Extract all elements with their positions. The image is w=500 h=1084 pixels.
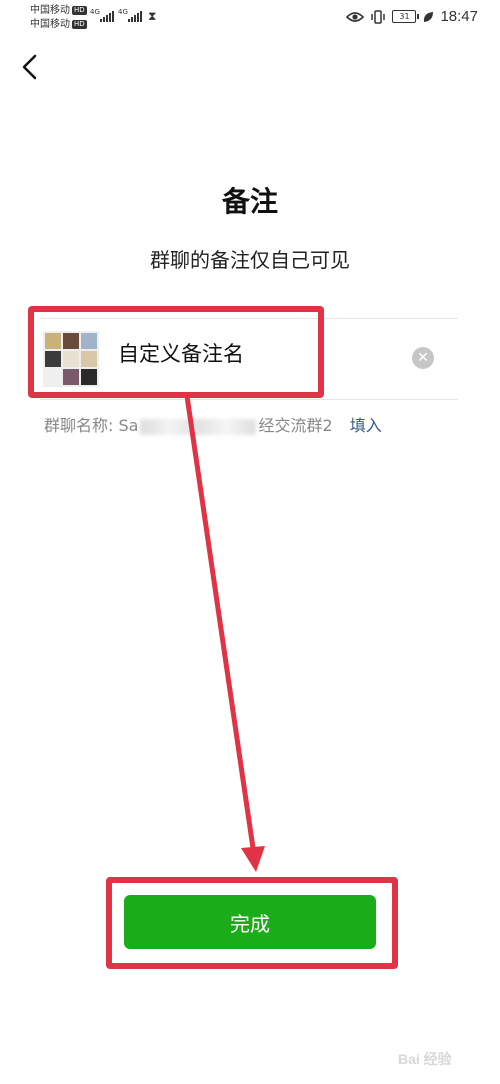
group-avatar (43, 331, 99, 387)
signal-icon-2 (128, 11, 142, 22)
battery-level: 31 (399, 12, 410, 21)
fill-in-link[interactable]: 填入 (350, 416, 382, 435)
watermark-text: Bai 经验 (398, 1051, 453, 1067)
signal-icon-1 (100, 11, 114, 22)
group-name-label: 群聊名称: (44, 416, 114, 435)
group-name-suffix: 经交流群2 (258, 416, 333, 435)
eye-icon (346, 11, 365, 22)
group-name-prefix: Sa (118, 416, 139, 435)
hd-badge-1: HD (72, 5, 87, 15)
page-subtitle: 群聊的备注仅自己可见 (150, 248, 350, 272)
back-arrow-icon (22, 54, 37, 80)
battery-icon: 31 (392, 10, 420, 23)
back-button[interactable] (16, 52, 46, 82)
leaf-icon (424, 11, 434, 22)
status-bar: 中国移动 HD 中国移动 HD 4G 4G ⧗ 31 18:47 (0, 0, 500, 34)
page-title: 备注 (221, 185, 278, 218)
remark-name-input[interactable] (118, 341, 378, 365)
vibrate-icon (371, 9, 386, 24)
network-type-2: 4G (118, 8, 128, 16)
hd-badge-2: HD (72, 19, 87, 29)
network-type-1: 4G (90, 8, 100, 16)
status-right: 31 18:47 (346, 8, 478, 25)
hourglass-icon: ⧗ (148, 9, 157, 23)
clock: 18:47 (440, 8, 478, 25)
carrier-1-label: 中国移动 (30, 5, 70, 16)
done-button[interactable]: 完成 (124, 895, 376, 949)
carrier-2-label: 中国移动 (30, 19, 70, 30)
clear-button[interactable]: ✕ (412, 347, 434, 369)
clear-icon: ✕ (417, 350, 429, 366)
remark-input-row: ✕ (40, 318, 458, 400)
baidu-watermark: Bai 经验 (398, 1051, 453, 1067)
blurred-text (140, 418, 257, 435)
carrier-2: 中国移动 HD (30, 19, 87, 31)
group-name-row: 群聊名称: Sa 经交流群2 填入 (44, 412, 382, 436)
carrier-1: 中国移动 HD (30, 5, 87, 17)
